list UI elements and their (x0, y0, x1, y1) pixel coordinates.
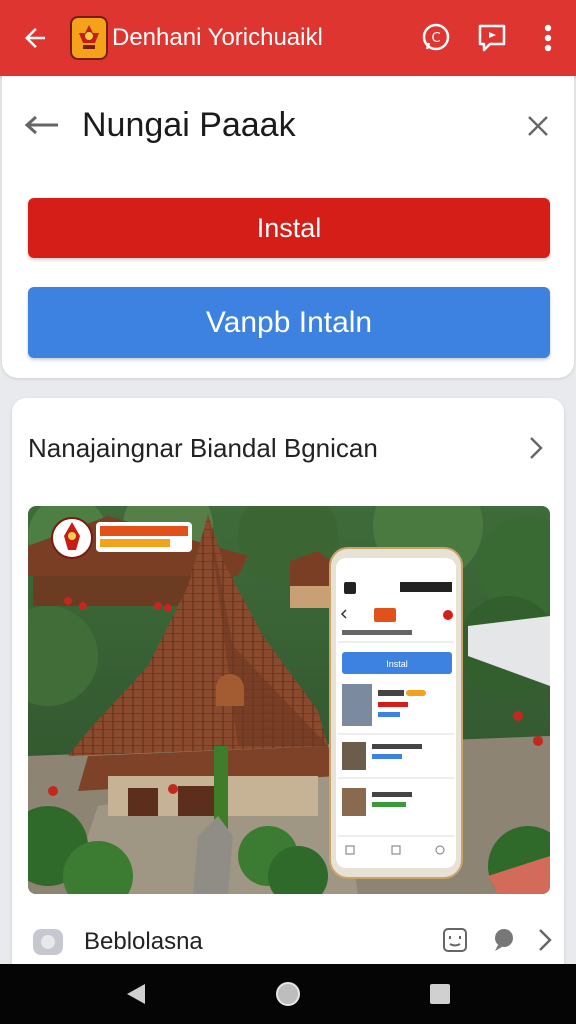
arrow-left-icon (24, 115, 58, 135)
chat-bubble-icon (495, 928, 513, 951)
svg-text:C: C (431, 31, 440, 46)
app-title: Denhani Yorichuaikl (112, 24, 323, 51)
more-vert-icon (544, 24, 552, 52)
nav-home-button[interactable] (258, 964, 318, 1024)
whatsapp-button[interactable]: C (408, 0, 464, 76)
install-button[interactable]: Instal (28, 198, 550, 258)
app-logo (70, 16, 108, 60)
smiley-button[interactable] (442, 927, 468, 958)
feedback-button[interactable] (464, 0, 520, 76)
arrow-left-button[interactable] (2, 90, 82, 160)
chevron-right-icon (539, 928, 552, 951)
system-nav-bar (0, 964, 576, 1024)
close-icon (528, 116, 548, 136)
home-circle-icon (276, 982, 300, 1006)
app-install-card: Nungai Paaak Instal Vanpb Intaln (2, 76, 574, 378)
close-button[interactable] (520, 108, 556, 144)
promo-image[interactable]: Instal (28, 506, 550, 894)
card-footer: Beblolasna (28, 916, 552, 968)
top-app-bar: Denhani Yorichuaikl C (0, 0, 576, 76)
whatsapp-icon: C (422, 23, 450, 51)
card-header[interactable]: Nanajaingnar Biandal Bgnican (28, 426, 548, 470)
feedback-icon (478, 24, 506, 52)
chevron-right-icon (524, 433, 548, 463)
smiley-square-icon (443, 927, 467, 952)
nav-recents-button[interactable] (410, 964, 470, 1024)
footer-label: Beblolasna (84, 928, 203, 955)
content-card: Nanajaingnar Biandal Bgnican Instal Bebl… (12, 398, 564, 978)
card-heading: Nanajaingnar Biandal Bgnican (28, 432, 378, 463)
more-options-button[interactable] (520, 0, 576, 76)
arrow-back-icon (25, 28, 45, 48)
footer-chevron-button[interactable] (538, 928, 552, 957)
back-button[interactable] (0, 0, 70, 76)
app-icon-grey (28, 922, 68, 962)
phone-mockup: Instal (329, 547, 463, 879)
comment-button[interactable] (490, 927, 516, 958)
secondary-install-button[interactable]: Vanpb Intaln (28, 287, 550, 358)
app-name: Nungai Paaak (82, 105, 296, 144)
nav-back-button[interactable] (106, 964, 166, 1024)
back-triangle-icon (127, 984, 145, 1004)
recents-square-icon (430, 984, 450, 1004)
phone-install-label: Instal (386, 659, 408, 669)
